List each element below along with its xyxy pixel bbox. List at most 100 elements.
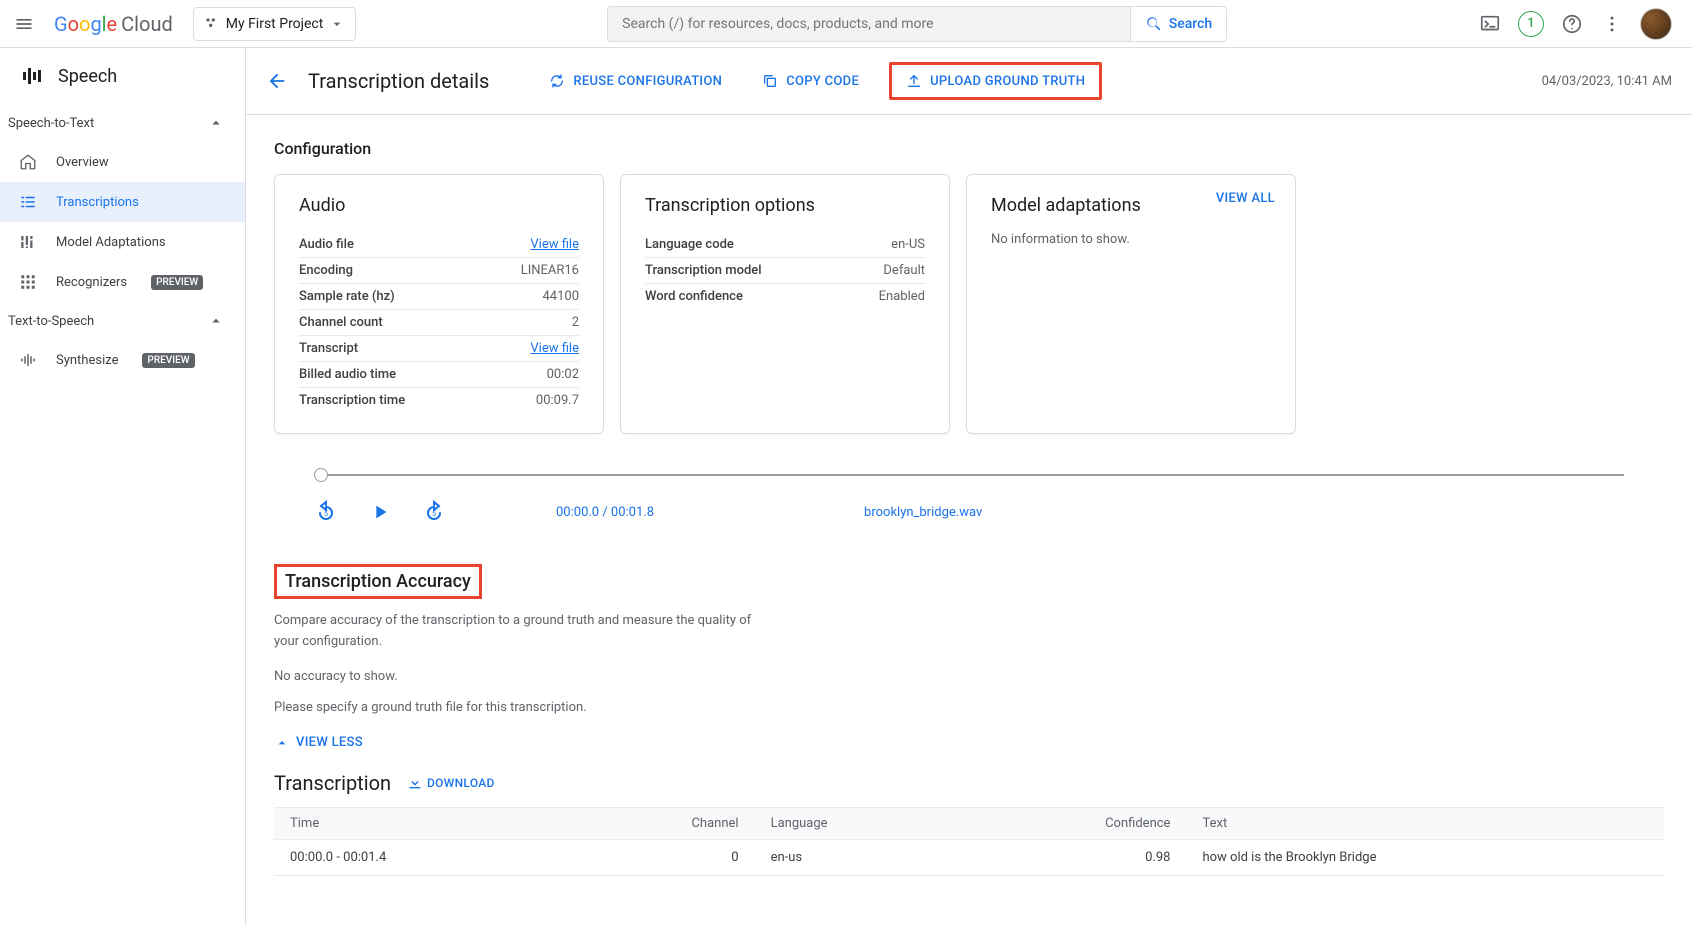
- cloud-shell-icon[interactable]: [1478, 12, 1502, 36]
- sidebar-item-adaptations[interactable]: Model Adaptations: [0, 222, 245, 262]
- sidebar: Speech Speech-to-Text Overview Transcrip…: [0, 48, 246, 925]
- search-button[interactable]: Search: [1130, 7, 1226, 41]
- accuracy-title: Transcription Accuracy: [285, 571, 471, 592]
- kv-value: 00:09.7: [536, 393, 579, 408]
- chevron-up-icon: [207, 312, 225, 330]
- sidebar-group-tts[interactable]: Text-to-Speech: [0, 302, 245, 340]
- accuracy-title-highlight: Transcription Accuracy: [274, 564, 482, 599]
- col-channel: Channel: [571, 807, 754, 839]
- view-less-button[interactable]: VIEW LESS: [274, 735, 1664, 751]
- config-heading: Configuration: [274, 139, 1664, 158]
- chevron-up-icon: [207, 114, 225, 132]
- table-header-row: Time Channel Language Confidence Text: [274, 807, 1664, 839]
- kv-key: Word confidence: [645, 289, 743, 304]
- forward-5-button[interactable]: 5: [422, 500, 446, 524]
- user-avatar[interactable]: [1640, 8, 1672, 40]
- upload-ground-truth-button[interactable]: UPLOAD GROUND TRUTH: [889, 62, 1102, 100]
- kv-key: Transcript: [299, 341, 358, 356]
- search-container: Search: [356, 6, 1478, 42]
- kv-value: Default: [883, 263, 925, 278]
- kv-value: 00:02: [547, 367, 579, 382]
- no-info-text: No information to show.: [991, 232, 1271, 247]
- cell-language: en-us: [755, 839, 961, 875]
- sidebar-group-stt[interactable]: Speech-to-Text: [0, 104, 245, 142]
- google-cloud-logo[interactable]: GoogleCloud: [52, 12, 173, 36]
- kv-row: Language codeen-US: [645, 232, 925, 258]
- adaptations-card: VIEW ALL Model adaptations No informatio…: [966, 174, 1296, 434]
- notifications-badge[interactable]: 1: [1518, 11, 1544, 37]
- transcription-title: Transcription: [274, 771, 391, 795]
- kv-row: Transcription model Default: [645, 258, 925, 284]
- reuse-config-button[interactable]: REUSE CONFIGURATION: [539, 67, 732, 95]
- replay-5-button[interactable]: 5: [314, 500, 338, 524]
- kv-key: Sample rate (hz): [299, 289, 395, 304]
- copy-icon: [762, 73, 778, 89]
- search-icon: [1145, 15, 1163, 33]
- play-button[interactable]: [368, 500, 392, 524]
- speech-icon: [20, 64, 44, 88]
- sidebar-item-transcriptions[interactable]: Transcriptions: [0, 182, 245, 222]
- hamburger-menu-icon[interactable]: [12, 12, 36, 36]
- col-confidence: Confidence: [961, 807, 1187, 839]
- chevron-up-icon: [274, 735, 290, 751]
- sidebar-item-label: Recognizers: [56, 275, 127, 290]
- dropdown-icon: [329, 16, 345, 32]
- slider-thumb[interactable]: [314, 468, 328, 482]
- kv-value: en-US: [891, 237, 925, 252]
- cell-text: how old is the Brooklyn Bridge: [1186, 839, 1664, 875]
- player-time: 00:00.0 / 00:01.8: [556, 505, 654, 520]
- cell-confidence: 0.98: [961, 839, 1187, 875]
- sidebar-item-recognizers[interactable]: Recognizers PREVIEW: [0, 262, 245, 302]
- kv-key: Transcription model: [645, 263, 762, 278]
- download-button[interactable]: DOWNLOAD: [407, 775, 495, 791]
- kv-row: Audio fileView file: [299, 232, 579, 258]
- sidebar-item-label: Model Adaptations: [56, 235, 166, 250]
- search-input[interactable]: [622, 16, 1116, 32]
- sidebar-header: Speech: [0, 48, 245, 104]
- more-vert-icon[interactable]: [1600, 12, 1624, 36]
- preview-badge: PREVIEW: [142, 353, 194, 368]
- sidebar-item-label: Synthesize: [56, 353, 118, 368]
- forward-icon: 5: [422, 500, 446, 524]
- accuracy-no-data: No accuracy to show.: [274, 669, 1664, 684]
- project-icon: [204, 16, 220, 32]
- transcription-header: Transcription DOWNLOAD: [274, 771, 1664, 795]
- options-card: Transcription options Language codeen-US…: [620, 174, 950, 434]
- timestamp: 04/03/2023, 10:41 AM: [1542, 74, 1672, 89]
- cell-channel: 0: [571, 839, 754, 875]
- sidebar-title: Speech: [58, 66, 117, 87]
- accuracy-specify: Please specify a ground truth file for t…: [274, 700, 1664, 715]
- search-box: Search: [607, 6, 1227, 42]
- back-button[interactable]: [266, 70, 288, 92]
- player-slider[interactable]: [314, 474, 1624, 476]
- kv-link[interactable]: View file: [530, 237, 579, 252]
- upload-icon: [906, 73, 922, 89]
- col-time: Time: [274, 807, 571, 839]
- svg-text:5: 5: [432, 510, 436, 518]
- kv-value: 2: [572, 315, 579, 330]
- top-header: GoogleCloud My First Project Search 1: [0, 0, 1692, 48]
- sidebar-item-overview[interactable]: Overview: [0, 142, 245, 182]
- kv-link[interactable]: View file: [530, 341, 579, 356]
- kv-value: Enabled: [879, 289, 925, 304]
- play-icon: [369, 501, 391, 523]
- copy-code-button[interactable]: COPY CODE: [752, 67, 869, 95]
- project-picker[interactable]: My First Project: [193, 7, 357, 41]
- view-all-link[interactable]: VIEW ALL: [1216, 191, 1275, 206]
- page-header: Transcription details REUSE CONFIGURATIO…: [246, 48, 1692, 115]
- sidebar-item-synthesize[interactable]: Synthesize PREVIEW: [0, 340, 245, 380]
- col-text: Text: [1186, 807, 1664, 839]
- kv-row: Word confidence Enabled: [645, 284, 925, 309]
- table-row[interactable]: 00:00.0 - 00:01.40en-us0.98how old is th…: [274, 839, 1664, 875]
- cell-time: 00:00.0 - 00:01.4: [274, 839, 571, 875]
- list-icon: [18, 192, 38, 212]
- preview-badge: PREVIEW: [151, 275, 203, 290]
- audio-card: Audio Audio fileView fileEncodingLINEAR1…: [274, 174, 604, 434]
- page-title: Transcription details: [308, 69, 489, 93]
- svg-text:5: 5: [324, 510, 328, 518]
- header-right: 1: [1478, 8, 1680, 40]
- help-icon[interactable]: [1560, 12, 1584, 36]
- kv-row: Channel count2: [299, 310, 579, 336]
- audio-player: 5 5 00:00.0 / 00:01.8 brooklyn_bridge.wa…: [274, 474, 1664, 524]
- sidebar-item-label: Overview: [56, 155, 109, 170]
